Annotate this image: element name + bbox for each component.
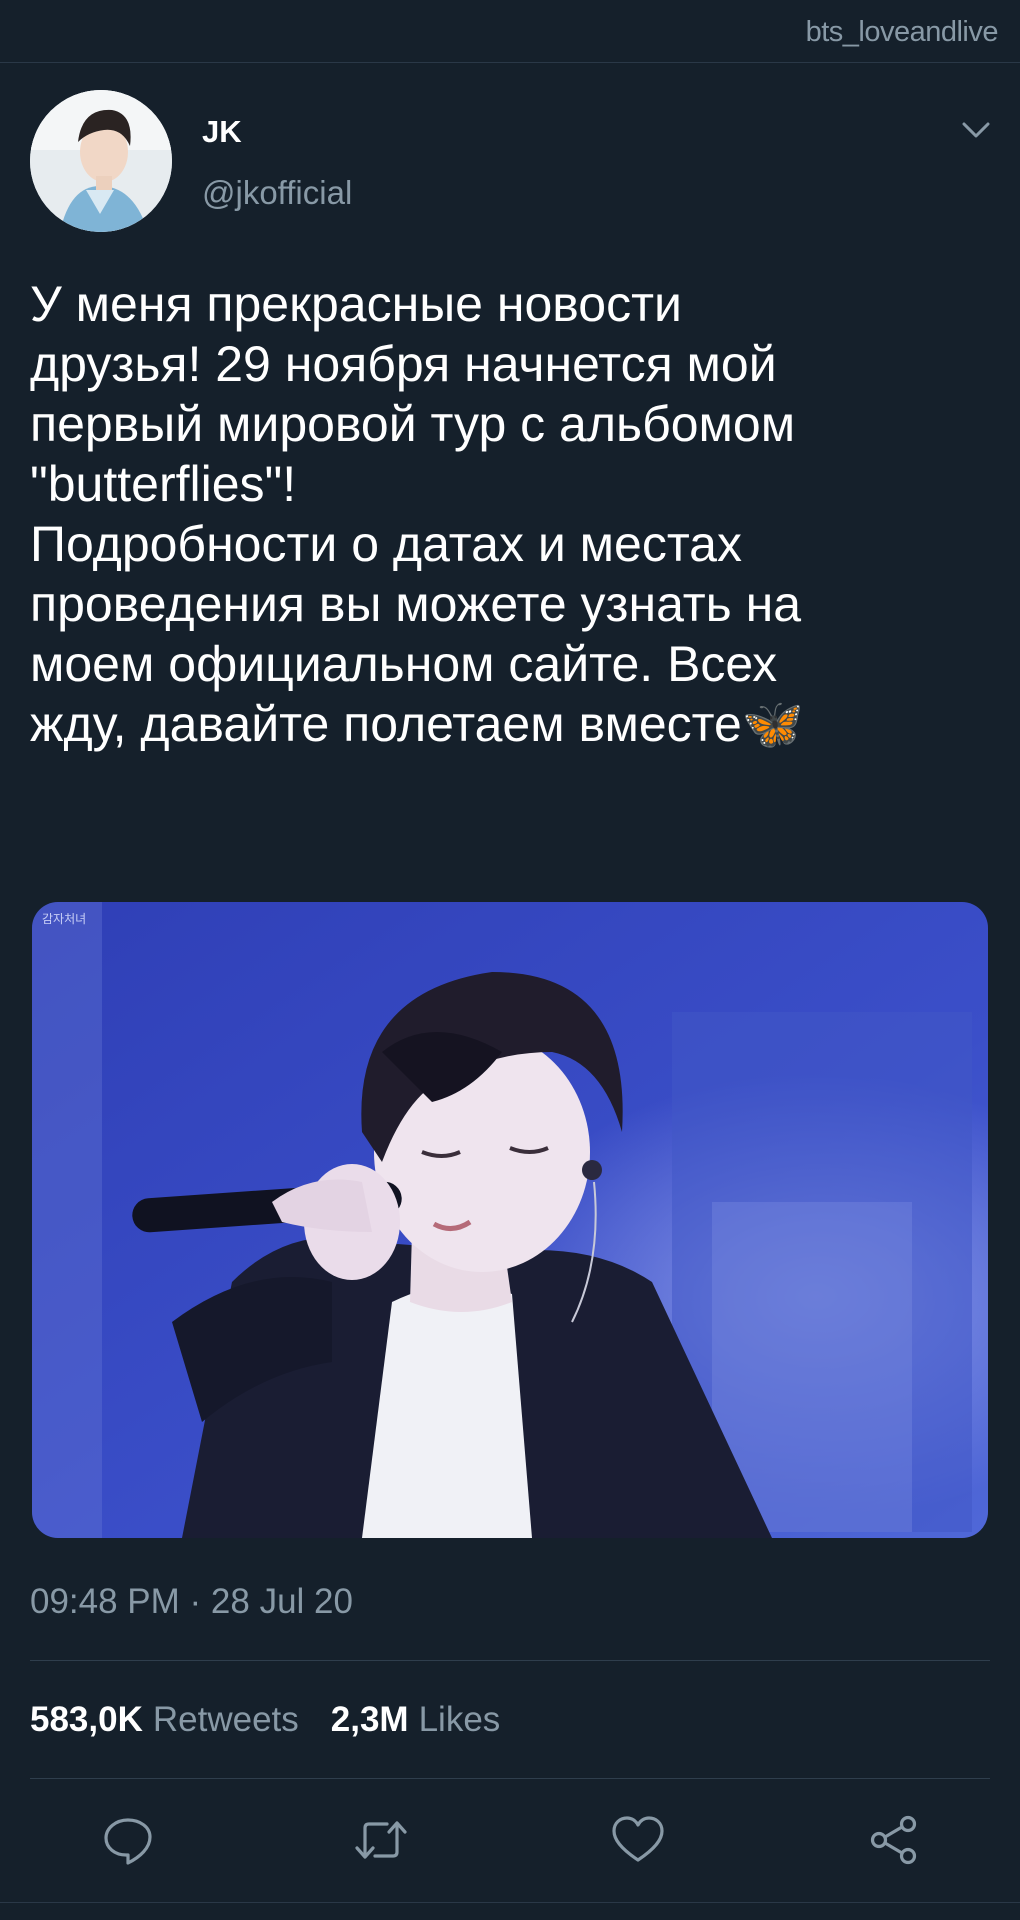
retweets-label[interactable]: Retweets (153, 1700, 299, 1739)
like-icon[interactable] (610, 1812, 666, 1868)
retweet-icon[interactable] (353, 1812, 409, 1868)
reply-icon[interactable] (100, 1812, 156, 1868)
share-icon[interactable] (866, 1812, 922, 1868)
retweets-count[interactable]: 583,0K (30, 1700, 143, 1739)
likes-label[interactable]: Likes (419, 1700, 501, 1739)
divider (30, 1660, 990, 1661)
divider (30, 1778, 990, 1779)
chevron-down-icon[interactable] (958, 112, 994, 148)
tweet-text: У меня прекрасные новости друзья! 29 ноя… (30, 276, 805, 752)
avatar[interactable] (30, 90, 172, 232)
tweet-timestamp[interactable]: 09:48 PM · 28 Jul 20 (30, 1582, 353, 1622)
engagement-stats: 583,0K Retweets 2,3M Likes (30, 1700, 532, 1740)
media-badge: 감자처녀 (42, 912, 87, 926)
watermark: bts_loveandlive (805, 16, 999, 48)
display-name[interactable]: JK (202, 114, 242, 150)
bottom-divider (0, 1902, 1020, 1903)
likes-count[interactable]: 2,3M (331, 1700, 409, 1739)
tweet-photo[interactable]: 감자처녀 (32, 902, 988, 1538)
user-handle[interactable]: @jkofficial (202, 174, 352, 212)
top-bar: bts_loveandlive (0, 0, 1020, 63)
